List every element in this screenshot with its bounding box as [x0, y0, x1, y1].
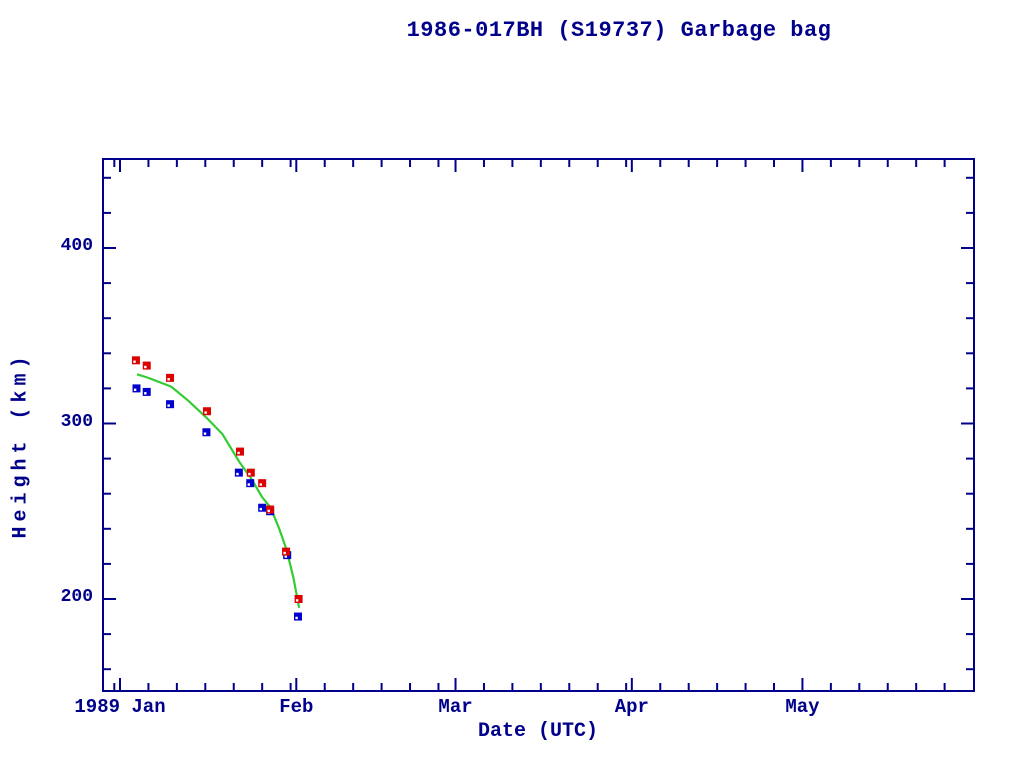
- perigee-point: [166, 400, 174, 408]
- apogee-point-notch: [167, 378, 169, 380]
- x-tick-label-may: May: [785, 696, 819, 718]
- perigee-point: [143, 388, 151, 396]
- x-tick-label-feb: Feb: [279, 696, 313, 718]
- perigee-point-notch: [167, 404, 169, 406]
- y-tick-label-300: 300: [23, 412, 93, 432]
- apogee-point: [203, 407, 211, 415]
- plot-frame: [103, 159, 974, 691]
- perigee-point-notch: [285, 555, 287, 557]
- apogee-point: [236, 448, 244, 456]
- perigee-point: [246, 479, 254, 487]
- perigee-point-notch: [144, 392, 146, 394]
- y-tick-label-400: 400: [23, 236, 93, 256]
- perigee-point: [202, 428, 210, 436]
- apogee-point-notch: [296, 599, 298, 601]
- apogee-point-notch: [260, 483, 262, 485]
- perigee-point: [132, 384, 140, 392]
- decay-fit-curve: [137, 374, 299, 607]
- perigee-point-notch: [295, 617, 297, 619]
- x-tick-label-mar: Mar: [438, 696, 472, 718]
- apogee-point: [258, 479, 266, 487]
- apogee-point: [247, 469, 255, 477]
- apogee-point: [282, 548, 290, 556]
- apogee-point: [266, 505, 274, 513]
- apogee-point-notch: [133, 361, 135, 363]
- apogee-point: [295, 595, 303, 603]
- apogee-point-notch: [248, 473, 250, 475]
- perigee-point: [258, 504, 266, 512]
- x-axis-title: Date (UTC): [478, 720, 598, 743]
- perigee-point-notch: [236, 473, 238, 475]
- apogee-point: [143, 362, 151, 370]
- plot-window: 1986-017BH (S19737) Garbage bag 1989 Jan…: [0, 0, 1024, 768]
- apogee-point-notch: [237, 452, 239, 454]
- apogee-point-notch: [144, 366, 146, 368]
- y-tick-label-200: 200: [23, 587, 93, 607]
- apogee-point-notch: [268, 510, 270, 512]
- perigee-point-notch: [260, 508, 262, 510]
- perigee-point: [294, 613, 302, 621]
- perigee-point-notch: [248, 483, 250, 485]
- perigee-point-notch: [134, 389, 136, 391]
- perigee-point-notch: [204, 432, 206, 434]
- y-axis-title: Height (km): [10, 351, 33, 538]
- plot-canvas: [0, 0, 1024, 768]
- apogee-point: [166, 374, 174, 382]
- apogee-point: [132, 356, 140, 364]
- x-tick-label-apr: Apr: [615, 696, 649, 718]
- perigee-point: [235, 469, 243, 477]
- apogee-point-notch: [283, 552, 285, 554]
- x-tick-label-1989-jan: 1989 Jan: [74, 696, 165, 718]
- apogee-point-notch: [204, 411, 206, 413]
